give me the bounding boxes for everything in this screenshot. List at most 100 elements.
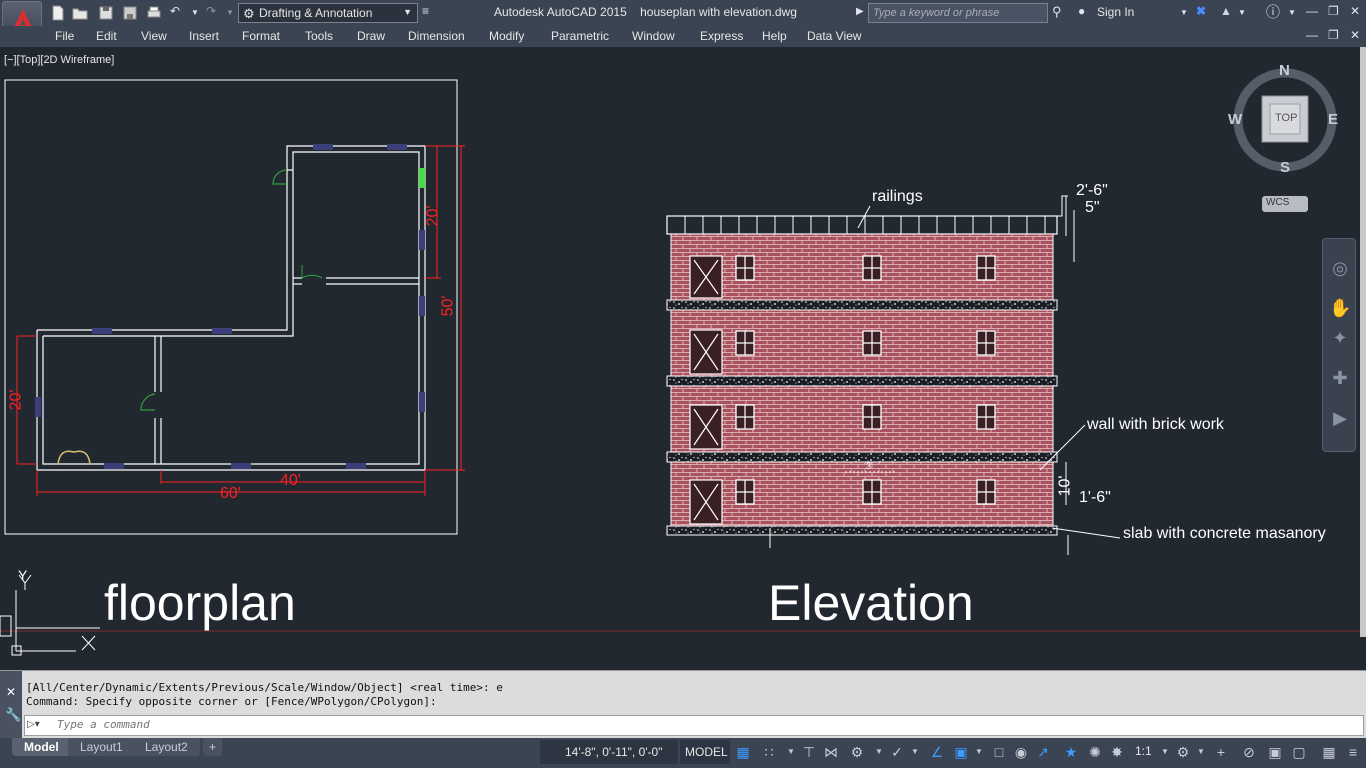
model-space-button[interactable]: MODEL	[680, 740, 730, 764]
isodraft-dropdown-icon[interactable]: ▼	[906, 742, 924, 762]
workspace-switcher[interactable]: ⚙ Drafting & Annotation ▼	[238, 3, 418, 23]
annotation-visibility-icon[interactable]: ★	[1062, 742, 1080, 762]
doc-close-icon[interactable]: ✕	[1350, 28, 1360, 42]
menu-window[interactable]: Window	[632, 29, 675, 43]
exchange-apps-icon[interactable]: ✖	[1196, 4, 1206, 18]
command-prompt-icon[interactable]: ▷▾	[27, 719, 40, 730]
command-input[interactable]	[57, 718, 1347, 731]
command-window-handle[interactable]: ✕ 🔧	[0, 671, 22, 739]
wcs-label[interactable]: WCS	[1266, 197, 1289, 208]
help-icon[interactable]: ⓘ	[1266, 2, 1280, 22]
ucs-icon	[0, 574, 100, 656]
scale-dropdown-icon[interactable]: ▼	[1156, 742, 1174, 762]
hardware-acceleration-icon[interactable]: ▣	[1266, 742, 1284, 762]
workspace-gear-icon[interactable]: ⚙	[1174, 742, 1192, 762]
menu-icon[interactable]: ≡	[1344, 742, 1362, 762]
wrench-icon[interactable]: 🔧	[5, 707, 21, 723]
snap-icon[interactable]: ∷	[760, 742, 778, 762]
save-as-icon[interactable]	[122, 5, 138, 21]
add-icon[interactable]: +	[1212, 742, 1230, 762]
close-command-icon[interactable]: ✕	[6, 685, 16, 699]
customize-status-icon[interactable]: ▦	[1320, 742, 1338, 762]
menu-file[interactable]: File	[55, 29, 74, 43]
restore-window-icon[interactable]: ❐	[1328, 4, 1339, 18]
menu-modify[interactable]: Modify	[489, 29, 524, 43]
command-window: ✕ 🔧 [All/Center/Dynamic/Extents/Previous…	[0, 670, 1366, 739]
object-snap-icon[interactable]: ▣	[952, 742, 970, 762]
menu-parametric[interactable]: Parametric	[551, 29, 609, 43]
redo-dropdown-icon[interactable]: ▼	[226, 8, 234, 17]
command-line[interactable]: ▷▾	[24, 715, 1364, 736]
snap-dropdown-icon[interactable]: ▼	[782, 742, 800, 762]
help-dropdown-icon[interactable]: ▼	[1288, 8, 1296, 17]
3d-osnap-icon[interactable]: □	[990, 742, 1008, 762]
clean-screen-icon[interactable]: ▢	[1290, 742, 1308, 762]
customize-qat-icon[interactable]: ≡	[422, 4, 429, 18]
plan-window	[35, 397, 41, 417]
tab-layout1[interactable]: Layout1	[68, 738, 135, 756]
menu-express[interactable]: Express	[700, 29, 743, 43]
vertical-scrollbar[interactable]	[1360, 47, 1366, 637]
object-snap-tracking-icon[interactable]: ∠	[928, 742, 946, 762]
doc-restore-icon[interactable]: ❐	[1328, 28, 1339, 42]
menu-edit[interactable]: Edit	[96, 29, 117, 43]
orbit-icon[interactable]: ✚	[1329, 367, 1351, 389]
annotation-scale[interactable]: 1:1	[1135, 744, 1152, 758]
close-window-icon[interactable]: ✕	[1350, 4, 1360, 18]
a360-dropdown-icon[interactable]: ▼	[1238, 8, 1246, 17]
minimize-window-icon[interactable]: —	[1306, 4, 1318, 18]
menu-insert[interactable]: Insert	[189, 29, 219, 43]
menu-help[interactable]: Help	[762, 29, 787, 43]
autoscale-icon[interactable]: ✺	[1086, 742, 1104, 762]
undo-icon[interactable]: ↶	[170, 4, 180, 18]
dynamic-input-icon[interactable]: ⋈	[822, 742, 840, 762]
menu-dimension[interactable]: Dimension	[408, 29, 465, 43]
tab-layout2[interactable]: Layout2	[133, 738, 200, 756]
viewport-controls-label[interactable]: [−][Top][2D Wireframe]	[4, 54, 114, 66]
help-search-input[interactable]: Type a keyword or phrase	[868, 3, 1048, 23]
floorplan-group[interactable]	[4, 79, 465, 535]
open-folder-icon[interactable]	[72, 5, 88, 21]
polar-dropdown-icon[interactable]: ▼	[870, 742, 888, 762]
menu-draw[interactable]: Draw	[357, 29, 385, 43]
steering-wheel-icon[interactable]: ◎	[1329, 257, 1351, 279]
menu-format[interactable]: Format	[242, 29, 280, 43]
redo-icon[interactable]: ↷	[206, 4, 216, 18]
save-icon[interactable]	[98, 5, 114, 21]
new-file-icon[interactable]	[50, 5, 66, 21]
zoom-extents-icon[interactable]: ✦	[1329, 327, 1351, 349]
viewcube-top-label[interactable]: TOP	[1275, 112, 1297, 124]
drawing-canvas[interactable]: [−][Top][2D Wireframe] floorplan Elevati…	[0, 47, 1360, 670]
doc-minimize-icon[interactable]: —	[1306, 28, 1318, 42]
signin-dropdown-icon[interactable]: ▼	[1180, 8, 1188, 17]
menu-data-view[interactable]: Data View	[807, 29, 861, 43]
expand-arrow-icon[interactable]: ▶	[856, 6, 864, 17]
lineweight-icon[interactable]: ◉	[1012, 742, 1030, 762]
menu-view[interactable]: View	[141, 29, 167, 43]
compass-east[interactable]: E	[1328, 111, 1338, 128]
dim-40ft: 40'	[280, 472, 301, 489]
plot-icon[interactable]	[146, 5, 162, 21]
pan-hand-icon[interactable]: ✋	[1329, 297, 1351, 319]
search-icon[interactable]: ⚲	[1052, 4, 1062, 20]
coordinate-readout[interactable]: 14'-8", 0'-11", 0'-0"	[540, 740, 678, 764]
compass-west[interactable]: W	[1228, 111, 1242, 128]
compass-north[interactable]: N	[1279, 62, 1290, 79]
polar-tracking-icon[interactable]: ⚙	[848, 742, 866, 762]
osnap-dropdown-icon[interactable]: ▼	[970, 742, 988, 762]
annotation-scale-icon[interactable]: ✸	[1108, 742, 1126, 762]
workspace-dropdown-icon[interactable]: ▼	[1192, 742, 1210, 762]
isolate-objects-icon[interactable]: ⊘	[1240, 742, 1258, 762]
compass-south[interactable]: S	[1280, 159, 1290, 176]
grid-icon[interactable]: ▦	[734, 742, 752, 762]
undo-dropdown-icon[interactable]: ▼	[191, 8, 199, 17]
showmotion-icon[interactable]: ▶	[1329, 407, 1351, 429]
a360-icon[interactable]: ▲	[1220, 4, 1232, 18]
infer-constraints-icon[interactable]: ⊤	[800, 742, 818, 762]
menu-tools[interactable]: Tools	[305, 29, 333, 43]
add-layout-icon[interactable]: +	[203, 738, 223, 756]
dynamic-ucs-icon[interactable]: ↗	[1034, 742, 1052, 762]
sign-in-link[interactable]: Sign In	[1097, 5, 1134, 19]
isodraft-icon[interactable]: ✓	[888, 742, 906, 762]
tab-model[interactable]: Model	[12, 738, 71, 756]
